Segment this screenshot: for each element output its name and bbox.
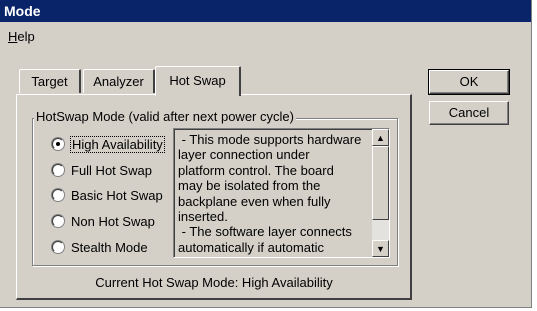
menu-bar: Help — [0, 26, 531, 46]
radio-button[interactable] — [52, 189, 64, 201]
menu-help-mnemonic: H — [8, 29, 18, 44]
radio-label: Basic Hot Swap — [71, 187, 163, 203]
hotswap-mode-group-label: HotSwap Mode (valid after next power cyc… — [34, 109, 296, 124]
radio-stealth-mode[interactable]: Stealth Mode — [52, 238, 148, 256]
radio-basic-hot-swap[interactable]: Basic Hot Swap — [52, 186, 163, 204]
radio-label: Non Hot Swap — [71, 213, 155, 229]
scroll-up-button[interactable]: ▲ — [372, 129, 389, 146]
current-mode-status: Current Hot Swap Mode: High Availability — [95, 275, 333, 290]
radio-button[interactable] — [52, 241, 64, 253]
cancel-button[interactable]: Cancel — [429, 101, 509, 125]
tab-analyzer[interactable]: Analyzer — [83, 69, 155, 93]
window-title: Mode — [4, 3, 41, 19]
radio-full-hot-swap[interactable]: Full Hot Swap — [52, 161, 152, 179]
tab-target[interactable]: Target — [19, 69, 81, 93]
ok-button[interactable]: OK — [428, 69, 510, 95]
radio-high-availability[interactable]: High Availability — [52, 135, 165, 153]
menu-help[interactable]: Help — [8, 29, 35, 44]
radio-button[interactable] — [52, 215, 64, 227]
radio-button[interactable] — [52, 164, 64, 176]
radio-label: Stealth Mode — [71, 239, 148, 255]
tab-hot-swap[interactable]: Hot Swap — [155, 66, 241, 96]
description-scrollbar[interactable]: ▲ ▼ — [372, 129, 389, 257]
radio-label: Full Hot Swap — [71, 162, 152, 178]
radio-non-hot-swap[interactable]: Non Hot Swap — [52, 212, 155, 230]
scroll-thumb[interactable] — [372, 146, 389, 220]
radio-label: High Availability — [70, 135, 165, 153]
mode-description-text: - This mode supports hardware layer conn… — [178, 132, 362, 255]
menu-help-rest: elp — [17, 29, 35, 44]
mode-dialog: Mode Help Target Analyzer Hot Swap HotSw… — [0, 0, 532, 308]
arrow-down-icon: ▼ — [376, 243, 385, 254]
scroll-down-button[interactable]: ▼ — [372, 240, 389, 257]
arrow-up-icon: ▲ — [376, 132, 385, 143]
radio-button-checked[interactable] — [52, 138, 64, 150]
title-bar[interactable]: Mode — [0, 0, 531, 22]
mode-description-box[interactable]: - This mode supports hardware layer conn… — [173, 128, 390, 258]
